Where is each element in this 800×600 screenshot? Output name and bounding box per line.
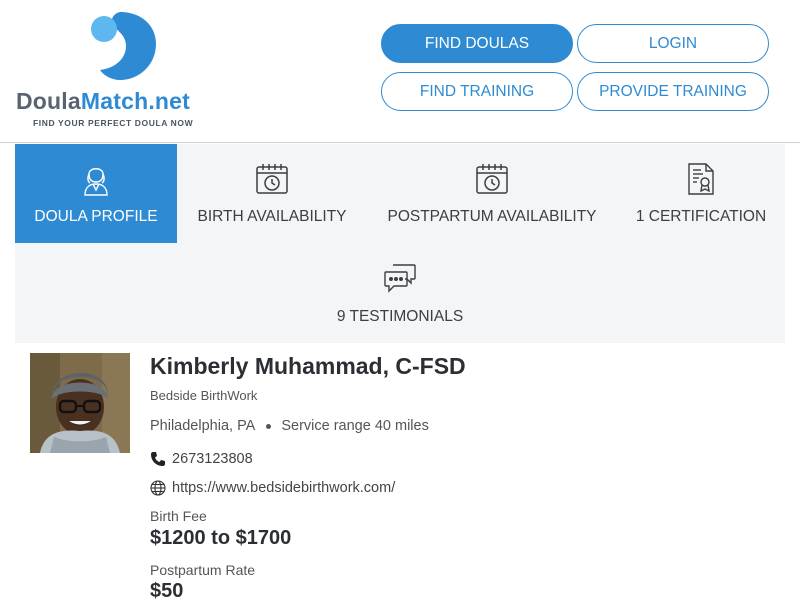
doula-name: Kimberly Muhammad, C-FSD [150,353,466,379]
location-text: Philadelphia, PA [150,418,256,434]
calendar-clock-icon [474,161,510,197]
tab-label: 1 CERTIFICATION [635,208,767,225]
logo-tagline: FIND YOUR PERFECT DOULA NOW [33,118,194,128]
profile-tabs: DOULA PROFILE BIRTH AVAILABILITY POSTPAR… [15,144,785,343]
phone-number-link[interactable]: 2673123808 [172,451,253,467]
login-button[interactable]: LOGIN [577,24,769,63]
website-row: https://www.bedsidebirthwork.com/ [150,480,395,496]
tab-label: 9 TESTIMONIALS [336,308,464,325]
tab-label: BIRTH AVAILABILITY [197,208,347,225]
tab-postpartum-availability[interactable]: POSTPARTUM AVAILABILITY [367,144,617,243]
tab-testimonials[interactable]: 9 TESTIMONIALS [300,244,500,343]
find-doulas-button[interactable]: FIND DOULAS [381,24,573,63]
doulamatch-logo[interactable]: DoulaMatch.net FIND YOUR PERFECT DOULA N… [16,10,226,132]
calendar-clock-icon [254,161,290,197]
find-training-button[interactable]: FIND TRAINING [381,72,573,111]
location-row: Philadelphia, PA Service range 40 miles [150,418,429,434]
doula-profile-photo [30,353,130,453]
doula-person-icon [78,161,114,197]
service-range-text: Service range 40 miles [281,418,429,434]
certificate-icon [683,161,719,197]
tab-label: POSTPARTUM AVAILABILITY [387,208,597,225]
birth-fee-value: $1200 to $1700 [150,527,292,549]
tab-birth-availability[interactable]: BIRTH AVAILABILITY [177,144,367,243]
business-name: Bedside BirthWork [150,388,258,403]
phone-icon [150,451,166,467]
provide-training-button[interactable]: PROVIDE TRAINING [577,72,769,111]
separator-dot [266,423,272,429]
tab-doula-profile[interactable]: DOULA PROFILE [15,144,177,243]
birth-fee-label: Birth Fee [150,508,207,524]
tab-certification[interactable]: 1 CERTIFICATION [617,144,785,243]
logo-mark-icon [91,12,156,80]
website-link[interactable]: https://www.bedsidebirthwork.com/ [172,480,395,496]
tab-label: DOULA PROFILE [34,208,158,225]
phone-row: 2673123808 [150,451,253,467]
logo-wordmark: DoulaMatch.net [16,88,191,114]
postpartum-rate-label: Postpartum Rate [150,562,256,578]
site-header: DoulaMatch.net FIND YOUR PERFECT DOULA N… [0,0,800,143]
chat-bubbles-icon [382,261,418,297]
postpartum-rate-value: $50 [150,580,184,600]
globe-icon [150,480,166,496]
